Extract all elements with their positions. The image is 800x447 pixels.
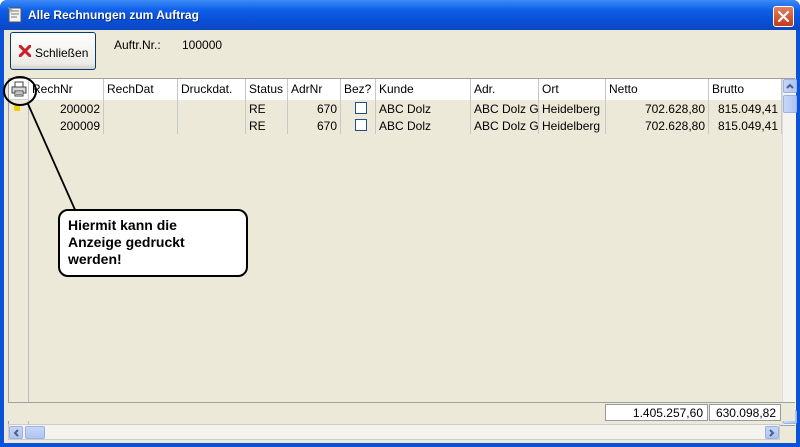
scroll-up-button[interactable] — [783, 79, 797, 93]
table-row[interactable]: 200009 RE 670 ABC Dolz ABC Dolz G Heidel… — [29, 117, 782, 134]
chevron-right-icon — [769, 429, 775, 437]
scroll-left-button[interactable] — [9, 426, 23, 439]
cell-adr[interactable]: ABC Dolz G — [471, 100, 539, 117]
chevron-left-icon — [13, 429, 19, 437]
print-hint-callout: Hiermit kann die Anzeige gedruckt werden… — [58, 209, 248, 277]
col-header-rechnr[interactable]: RechNr — [29, 79, 104, 100]
bez-checkbox[interactable] — [355, 102, 367, 114]
horizontal-scrollbar[interactable] — [8, 424, 780, 440]
print-button[interactable] — [9, 79, 29, 100]
cell-rechdat[interactable] — [104, 117, 178, 134]
col-header-rechdat[interactable]: RechDat — [104, 79, 178, 100]
cell-kunde[interactable]: ABC Dolz — [376, 100, 471, 117]
cell-status[interactable]: RE — [246, 117, 288, 134]
vertical-scroll-thumb[interactable] — [783, 95, 797, 113]
row-indicator-column — [9, 100, 29, 427]
cell-adrnr[interactable]: 670 — [288, 117, 341, 134]
cell-brutto[interactable]: 815.049,41 — [709, 100, 782, 117]
col-header-brutto[interactable]: Brutto — [709, 79, 782, 100]
totals-footer: 1.405.257,60 630.098,82 — [8, 402, 795, 421]
close-form-button[interactable]: Schließen — [10, 32, 96, 70]
cell-kunde[interactable]: ABC Dolz — [376, 117, 471, 134]
cell-rechdat[interactable] — [104, 100, 178, 117]
bez-checkbox[interactable] — [355, 119, 367, 131]
scroll-right-button[interactable] — [765, 426, 779, 439]
cell-rechnr[interactable]: 200002 — [29, 100, 104, 117]
table-row[interactable]: 200002 RE 670 ABC Dolz ABC Dolz G Heidel… — [29, 100, 782, 117]
close-icon — [778, 11, 789, 22]
cell-bez[interactable] — [341, 117, 376, 134]
chevron-up-icon — [786, 83, 794, 89]
order-number-value: 100000 — [182, 38, 223, 52]
cell-ort[interactable]: Heidelberg — [539, 117, 606, 134]
cell-druckdat[interactable] — [178, 117, 246, 134]
col-header-netto[interactable]: Netto — [606, 79, 709, 100]
horizontal-scroll-thumb[interactable] — [25, 426, 45, 439]
cell-brutto[interactable]: 815.049,41 — [709, 117, 782, 134]
current-row-marker — [14, 105, 20, 111]
sum-brutto: 630.098,82 — [709, 404, 781, 421]
cell-status[interactable]: RE — [246, 100, 288, 117]
cell-rechnr[interactable]: 200009 — [29, 117, 104, 134]
printer-icon — [11, 81, 27, 97]
close-form-label: Schließen — [35, 46, 89, 60]
cell-adrnr[interactable]: 670 — [288, 100, 341, 117]
col-header-status[interactable]: Status — [246, 79, 288, 100]
sum-netto: 1.405.257,60 — [605, 404, 708, 421]
callout-line-2: Anzeige gedruckt — [68, 234, 185, 250]
callout-line-1: Hiermit kann die — [68, 217, 177, 233]
cell-bez[interactable] — [341, 100, 376, 117]
col-header-bez[interactable]: Bez? — [341, 79, 376, 100]
col-header-ort[interactable]: Ort — [539, 79, 606, 100]
vertical-scrollbar[interactable] — [782, 79, 797, 425]
grid-header: RechNr RechDat Druckdat. Status AdrNr Be… — [9, 79, 782, 100]
title-bar[interactable]: Alle Rechnungen zum Auftrag — [0, 0, 800, 30]
cell-druckdat[interactable] — [178, 100, 246, 117]
col-header-adrnr[interactable]: AdrNr — [288, 79, 341, 100]
cell-ort[interactable]: Heidelberg — [539, 100, 606, 117]
cell-adr[interactable]: ABC Dolz G — [471, 117, 539, 134]
cell-netto[interactable]: 702.628,80 — [606, 100, 709, 117]
red-x-icon — [19, 45, 31, 57]
col-header-druckdat[interactable]: Druckdat. — [178, 79, 246, 100]
callout-line-3: werden! — [68, 251, 122, 267]
cell-netto[interactable]: 702.628,80 — [606, 117, 709, 134]
col-header-adr[interactable]: Adr. — [471, 79, 539, 100]
close-window-button[interactable] — [773, 6, 794, 27]
invoice-icon — [8, 7, 22, 23]
order-number-label: Auftr.Nr.: — [114, 38, 161, 52]
window-title: Alle Rechnungen zum Auftrag — [28, 8, 199, 22]
col-header-kunde[interactable]: Kunde — [376, 79, 471, 100]
